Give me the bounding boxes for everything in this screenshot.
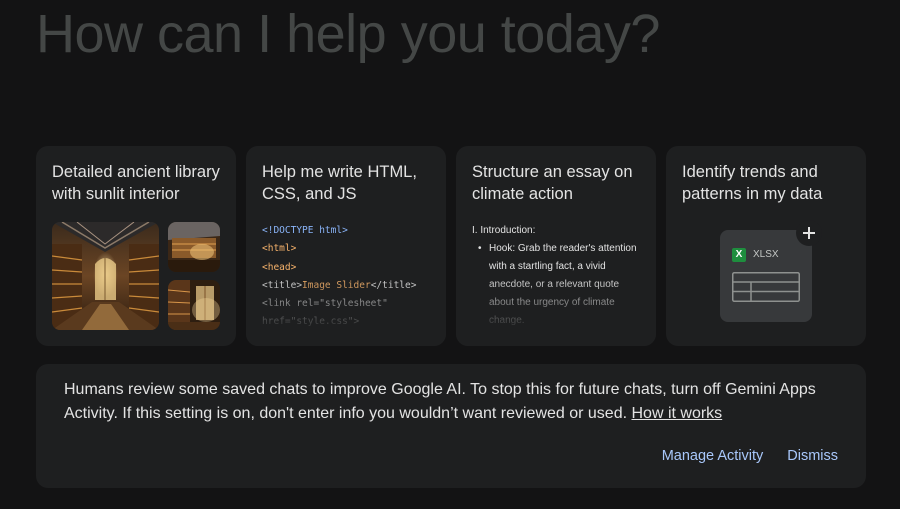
essay-bullet-text: Hook: Grab the reader's attention with a… [489, 243, 637, 326]
plus-icon[interactable] [796, 220, 822, 246]
code-line: <link rel="stylesheet" [262, 295, 432, 313]
spreadsheet-file-tile: X XLSX [720, 230, 812, 322]
manage-activity-button[interactable]: Manage Activity [662, 446, 764, 466]
gemini-home: How can I help you today? Detailed ancie… [0, 0, 900, 509]
card-title: Detailed ancient library with sunlit int… [52, 163, 220, 203]
dismiss-button[interactable]: Dismiss [787, 446, 838, 466]
code-token: <link rel="stylesheet" [262, 298, 388, 310]
essay-heading: I. Introduction: [472, 225, 536, 236]
activity-notice: Humans review some saved chats to improv… [36, 364, 866, 488]
notice-actions: Manage Activity Dismiss [662, 446, 838, 466]
card-title: Help me write HTML, CSS, and JS [262, 163, 417, 203]
library-image-small-1 [168, 222, 220, 272]
spreadsheet-icon: X [732, 248, 746, 262]
code-token: <!DOCTYPE html> [262, 225, 348, 236]
essay-outline: I. Introduction: • Hook: Grab the reader… [472, 222, 642, 330]
code-line: <!DOCTYPE html> [262, 222, 432, 240]
code-token: <html> [262, 243, 297, 255]
suggestion-card-data[interactable]: Identify trends and patterns in my data … [666, 146, 866, 346]
library-image-main [52, 222, 159, 330]
code-token: </title> [370, 279, 417, 291]
card-title: Structure an essay on climate action [472, 163, 633, 203]
code-token: href="style.css"> [262, 316, 360, 328]
code-token: <head> [262, 261, 297, 273]
suggestion-card-library[interactable]: Detailed ancient library with sunlit int… [36, 146, 236, 346]
code-line: href="style.css"> [262, 313, 432, 331]
code-snippet: <!DOCTYPE html> <html> <head> <title>Image … [262, 222, 432, 332]
card-title: Identify trends and patterns in my data [682, 163, 823, 203]
file-type-label: XLSX [753, 249, 779, 260]
table-grid-icon [732, 272, 800, 302]
code-line: <head> [262, 259, 432, 277]
code-token: Image Slider [302, 279, 371, 291]
suggestion-cards: Detailed ancient library with sunlit int… [36, 146, 866, 346]
greeting-heading: How can I help you today? [36, 4, 660, 64]
code-line: <html> [262, 240, 432, 258]
code-line: <title>Image Slider</title> [262, 277, 432, 295]
how-it-works-link[interactable]: How it works [632, 405, 723, 422]
library-image-small-2 [168, 280, 220, 330]
notice-message: Humans review some saved chats to improv… [64, 378, 838, 426]
suggestion-card-code[interactable]: Help me write HTML, CSS, and JS <!DOCTYP… [246, 146, 446, 346]
essay-bullet: • Hook: Grab the reader's attention with… [472, 240, 642, 330]
bullet-icon: • [478, 243, 482, 254]
code-token: <title> [262, 279, 303, 291]
suggestion-card-essay[interactable]: Structure an essay on climate action I. … [456, 146, 656, 346]
